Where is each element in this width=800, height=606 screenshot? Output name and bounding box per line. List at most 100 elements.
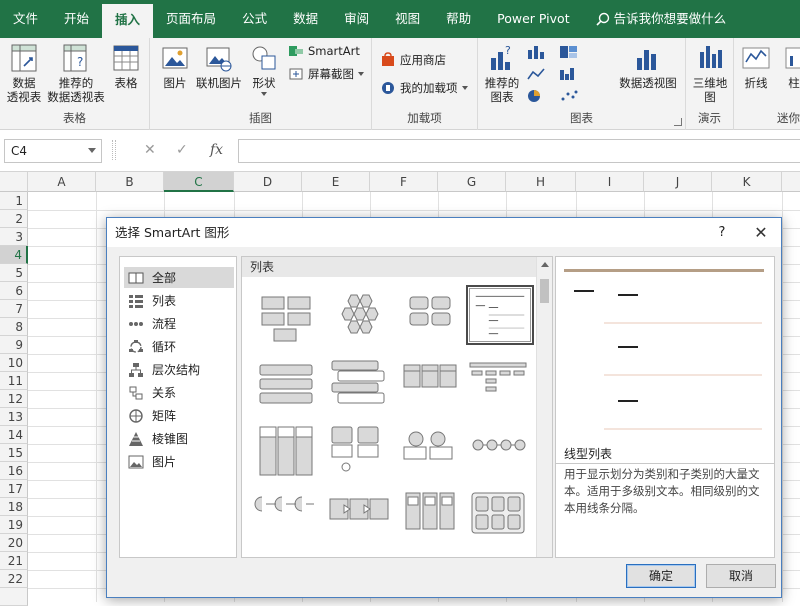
ok-button[interactable]: 确定: [626, 564, 696, 588]
tab-insert[interactable]: 插入: [102, 4, 154, 38]
category-hierarchy[interactable]: 层次结构: [124, 359, 234, 380]
column-header-k[interactable]: K: [712, 172, 782, 192]
screenshot-button[interactable]: 屏幕截图: [288, 66, 364, 82]
tell-me-box[interactable]: 告诉我你想要做什么: [583, 0, 740, 38]
row-header-20[interactable]: 20: [0, 534, 28, 552]
cancel-icon[interactable]: ✕: [144, 142, 156, 158]
row-header-6[interactable]: 6: [0, 282, 28, 300]
row-header-11[interactable]: 11: [0, 372, 28, 390]
column-chart-icon[interactable]: [526, 44, 550, 60]
gallery-scrollbar[interactable]: [536, 257, 552, 557]
layout-vertical-bullet-list[interactable]: [254, 357, 318, 413]
help-button[interactable]: ?: [715, 218, 729, 247]
sparkline-line-button[interactable]: 折线: [740, 42, 772, 90]
layout-half-circle-list[interactable]: [254, 489, 318, 545]
layout-vertical-arrow-list[interactable]: [466, 555, 530, 558]
category-pyramid[interactable]: 棱锥图: [124, 428, 234, 449]
hierarchy-chart-icon[interactable]: [558, 44, 582, 60]
row-header-3[interactable]: 3: [0, 228, 28, 246]
layout-square-grid-list[interactable]: [466, 489, 530, 545]
row-header-17[interactable]: 17: [0, 480, 28, 498]
row-header-1[interactable]: 1: [0, 192, 28, 210]
layout-notched-list[interactable]: [326, 489, 390, 545]
column-header-l[interactable]: [782, 172, 800, 192]
tab-power-pivot[interactable]: Power Pivot: [484, 0, 582, 38]
tab-review[interactable]: 审阅: [331, 0, 382, 38]
my-addins-button[interactable]: 我的加载项: [380, 80, 468, 96]
row-header-2[interactable]: 2: [0, 210, 28, 228]
category-cycle[interactable]: 循环: [124, 336, 234, 357]
layout-vertical-block-list[interactable]: [326, 555, 390, 558]
row-header-14[interactable]: 14: [0, 426, 28, 444]
row-header-5[interactable]: 5: [0, 264, 28, 282]
layout-circle-process[interactable]: [466, 423, 530, 479]
layout-picture-accent-list[interactable]: [254, 555, 318, 558]
column-header-a[interactable]: A: [28, 172, 96, 192]
column-header-g[interactable]: G: [438, 172, 506, 192]
splitter-handle[interactable]: [112, 140, 116, 160]
table-button[interactable]: 表格: [108, 42, 144, 90]
category-process[interactable]: 流程: [124, 313, 234, 334]
row-header-16[interactable]: 16: [0, 462, 28, 480]
column-header-b[interactable]: B: [96, 172, 164, 192]
column-header-c[interactable]: C: [164, 172, 234, 192]
scroll-up-icon[interactable]: [541, 262, 549, 267]
layout-hexagon-cluster[interactable]: [326, 291, 390, 347]
insert-function-icon[interactable]: fx: [210, 142, 223, 158]
layout-trapezoid-list[interactable]: [398, 489, 462, 545]
close-button[interactable]: ✕: [751, 218, 771, 247]
row-header-12[interactable]: 12: [0, 390, 28, 408]
online-pictures-button[interactable]: 联机图片: [194, 42, 244, 90]
line-chart-icon[interactable]: [526, 66, 550, 82]
column-header-i[interactable]: I: [576, 172, 644, 192]
tab-formulas[interactable]: 公式: [229, 0, 280, 38]
tab-home[interactable]: 开始: [51, 0, 102, 38]
layout-vertical-box-list[interactable]: [398, 555, 462, 558]
name-box[interactable]: C4: [4, 139, 102, 163]
layout-table-list[interactable]: [254, 423, 318, 479]
row-header-7[interactable]: 7: [0, 300, 28, 318]
row-header-23[interactable]: [0, 588, 28, 606]
tab-help[interactable]: 帮助: [433, 0, 484, 38]
layout-grouped-list[interactable]: [398, 357, 462, 413]
tab-page-layout[interactable]: 页面布局: [153, 0, 229, 38]
column-header-d[interactable]: D: [234, 172, 302, 192]
tab-view[interactable]: 视图: [382, 0, 433, 38]
row-header-15[interactable]: 15: [0, 444, 28, 462]
layout-basic-block-list[interactable]: [254, 291, 318, 347]
layout-picture-caption-list[interactable]: [326, 423, 390, 479]
recommended-pivot-button[interactable]: ? 推荐的 数据透视表: [46, 42, 106, 104]
statistic-chart-icon[interactable]: [558, 66, 582, 82]
pivot-table-button[interactable]: 数据 透视表: [4, 42, 44, 104]
category-all[interactable]: 全部: [124, 267, 234, 288]
row-header-10[interactable]: 10: [0, 354, 28, 372]
scatter-chart-icon[interactable]: [558, 88, 582, 104]
row-header-13[interactable]: 13: [0, 408, 28, 426]
pivot-chart-button[interactable]: 数据透视图: [616, 42, 680, 90]
recommended-charts-button[interactable]: ? 推荐的 图表: [482, 42, 522, 104]
layout-circle-accent-list[interactable]: [398, 423, 462, 479]
row-header-22[interactable]: 22: [0, 570, 28, 588]
category-picture[interactable]: 图片: [124, 451, 234, 472]
store-button[interactable]: 应用商店: [380, 52, 446, 68]
category-matrix[interactable]: 矩阵: [124, 405, 234, 426]
row-header-9[interactable]: 9: [0, 336, 28, 354]
layout-lined-list-selected[interactable]: [466, 285, 534, 345]
row-header-21[interactable]: 21: [0, 552, 28, 570]
formula-input[interactable]: [238, 139, 800, 163]
row-header-18[interactable]: 18: [0, 498, 28, 516]
column-header-j[interactable]: J: [644, 172, 712, 192]
layout-horizontal-bullet-list[interactable]: [466, 357, 530, 413]
3d-map-button[interactable]: 三维地 图: [690, 42, 730, 104]
pictures-button[interactable]: 图片: [158, 42, 192, 90]
row-header-19[interactable]: 19: [0, 516, 28, 534]
tab-data[interactable]: 数据: [280, 0, 331, 38]
cancel-button[interactable]: 取消: [706, 564, 776, 588]
sparkline-column-button[interactable]: 柱: [784, 42, 800, 90]
scrollbar-thumb[interactable]: [540, 279, 549, 303]
row-header-4[interactable]: 4: [0, 246, 28, 264]
column-header-e[interactable]: E: [302, 172, 370, 192]
column-header-f[interactable]: F: [370, 172, 438, 192]
layout-stacked-list[interactable]: [326, 357, 390, 413]
category-list-item[interactable]: 列表: [124, 290, 234, 311]
